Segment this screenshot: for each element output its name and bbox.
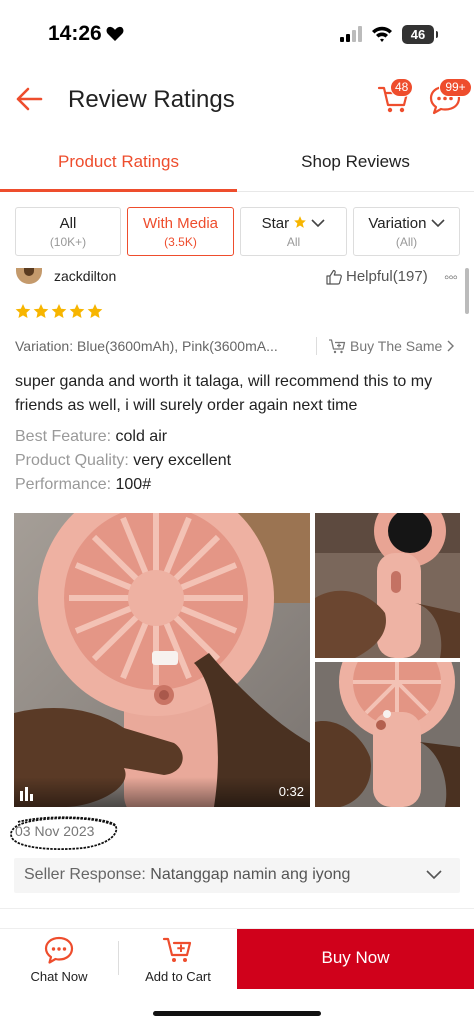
star-icon bbox=[33, 304, 49, 318]
chevron-down-icon[interactable] bbox=[426, 868, 442, 880]
filter-star-label-row: Star bbox=[241, 215, 346, 232]
star-icon bbox=[87, 304, 103, 318]
chat-now-label: Chat Now bbox=[30, 969, 88, 984]
status-bar: 14:26 46 bbox=[0, 0, 474, 60]
add-to-cart-label: Add to Cart bbox=[145, 969, 211, 984]
hand-drawn-circle bbox=[10, 816, 118, 851]
avatar[interactable] bbox=[16, 268, 42, 284]
attr-key: Performance: bbox=[15, 476, 112, 493]
review-photo[interactable] bbox=[315, 513, 460, 658]
filter-all-label: All bbox=[59, 215, 77, 232]
battery-icon: 46 bbox=[402, 25, 438, 44]
filter-media-label: With Media bbox=[142, 215, 219, 232]
attr-value: cold air bbox=[115, 428, 168, 445]
signal-icon bbox=[340, 26, 362, 42]
buy-the-same-label: Buy The Same bbox=[350, 338, 443, 354]
attr-value: 100# bbox=[115, 476, 152, 493]
star-icon bbox=[15, 304, 31, 318]
attr-value: very excellent bbox=[133, 452, 232, 469]
filter-with-media[interactable]: With Media (3.5K) bbox=[127, 207, 234, 256]
wifi-icon bbox=[372, 26, 392, 42]
review-username: zackdilton bbox=[54, 268, 117, 284]
buy-the-same-button[interactable]: Buy The Same bbox=[328, 338, 455, 354]
chat-now-button[interactable]: Chat Now bbox=[0, 929, 118, 989]
fan-photo bbox=[14, 513, 310, 807]
chevron-right-icon bbox=[447, 340, 455, 352]
attr-key: Best Feature: bbox=[15, 428, 112, 445]
seller-response-text: Natanggap namin ang iyong bbox=[150, 866, 351, 883]
attribute-performance: Performance: 100# bbox=[15, 476, 151, 494]
star-icon bbox=[69, 304, 85, 318]
helpful-button[interactable]: Helpful(197) bbox=[326, 268, 428, 285]
chat-badge: 99+ bbox=[439, 78, 472, 97]
filter-star-count: All bbox=[286, 235, 301, 249]
review-photo[interactable] bbox=[315, 662, 460, 807]
review-variation: Variation: Blue(3600mAh), Pink(3600mA... bbox=[15, 338, 278, 354]
filter-star[interactable]: Star All bbox=[240, 207, 347, 256]
star-icon bbox=[51, 304, 67, 318]
video-overlay bbox=[14, 777, 310, 807]
thumbs-up-icon bbox=[326, 269, 342, 285]
filter-variation[interactable]: Variation (All) bbox=[353, 207, 460, 256]
active-tab-underline bbox=[0, 189, 237, 192]
cart-badge: 48 bbox=[390, 78, 414, 97]
bottom-action-bar: Chat Now Add to Cart Buy Now bbox=[0, 928, 474, 989]
review-card: zackdilton Helpful(197) ◦◦◦ Variation: B… bbox=[0, 268, 474, 923]
divider bbox=[316, 337, 317, 355]
video-duration: 0:32 bbox=[278, 784, 304, 799]
page-title: Review Ratings bbox=[68, 86, 235, 113]
chevron-down-icon bbox=[431, 219, 445, 228]
cart-add-icon bbox=[162, 937, 192, 962]
helpful-count: Helpful(197) bbox=[346, 268, 428, 285]
attr-key: Product Quality: bbox=[15, 452, 129, 469]
filter-star-label: Star bbox=[261, 215, 290, 232]
heart-icon bbox=[106, 26, 124, 41]
filter-variation-count: (All) bbox=[395, 235, 418, 249]
rating-tabs: Product Ratings Shop Reviews bbox=[0, 140, 474, 192]
back-arrow-icon[interactable] bbox=[14, 84, 44, 114]
filter-variation-label: Variation bbox=[368, 215, 427, 232]
seller-response[interactable]: Seller Response: Natanggap namin ang iyo… bbox=[14, 858, 460, 893]
chevron-down-icon bbox=[311, 219, 325, 228]
chat-icon bbox=[44, 936, 74, 964]
home-indicator[interactable] bbox=[153, 1011, 321, 1016]
cart-add-icon bbox=[329, 339, 346, 354]
buy-now-button[interactable]: Buy Now bbox=[237, 929, 474, 989]
tab-shop-reviews[interactable]: Shop Reviews bbox=[237, 152, 474, 172]
filter-media-count: (3.5K) bbox=[164, 235, 197, 249]
filter-all[interactable]: All (10K+) bbox=[15, 207, 121, 256]
attribute-product-quality: Product Quality: very excellent bbox=[15, 452, 231, 470]
attribute-best-feature: Best Feature: cold air bbox=[15, 428, 167, 446]
tab-product-ratings[interactable]: Product Ratings bbox=[0, 152, 237, 172]
fan-photo bbox=[315, 662, 460, 807]
filter-variation-label-row: Variation bbox=[354, 215, 459, 232]
rating-stars bbox=[15, 303, 103, 319]
status-time: 14:26 bbox=[48, 22, 102, 45]
header: Review Ratings bbox=[0, 60, 474, 140]
review-comment: super ganda and worth it talaga, will re… bbox=[15, 373, 433, 414]
star-icon bbox=[294, 216, 307, 228]
filter-all-count: (10K+) bbox=[49, 235, 87, 249]
video-bars-icon bbox=[20, 787, 33, 801]
seller-response-label: Seller Response: bbox=[24, 866, 146, 883]
scrollbar[interactable] bbox=[465, 268, 469, 314]
filter-bar: All (10K+) With Media (3.5K) Star All Va… bbox=[0, 200, 474, 268]
add-to-cart-button[interactable]: Add to Cart bbox=[119, 929, 237, 989]
divider bbox=[0, 908, 474, 909]
more-options-icon[interactable]: ◦◦◦ bbox=[444, 269, 458, 286]
review-video[interactable]: 0:32 bbox=[14, 513, 310, 807]
fan-photo bbox=[315, 513, 460, 658]
